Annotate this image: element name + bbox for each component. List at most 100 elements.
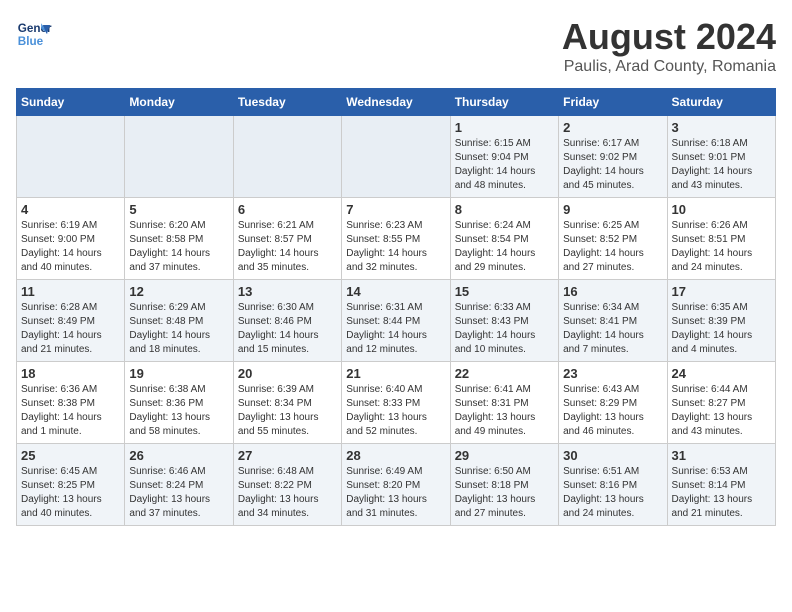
day-number: 2 [563,120,662,135]
day-number: 22 [455,366,554,381]
day-number: 21 [346,366,445,381]
day-number: 8 [455,202,554,217]
day-number: 5 [129,202,228,217]
calendar-cell: 23 Sunrise: 6:43 AM Sunset: 8:29 PM Dayli… [559,362,667,444]
calendar-cell [233,116,341,198]
calendar-cell: 25 Sunrise: 6:45 AM Sunset: 8:25 PM Dayli… [17,444,125,526]
day-info: Sunrise: 6:46 AM Sunset: 8:24 PM Dayligh… [129,465,228,521]
day-info: Sunrise: 6:23 AM Sunset: 8:55 PM Dayligh… [346,219,445,275]
calendar-cell: 13Sunrise: 6:30 AM Sunset: 8:46 PM Dayli… [233,280,341,362]
day-info: Sunrise: 6:18 AM Sunset: 9:01 PM Dayligh… [672,137,771,193]
calendar-cell: 19 Sunrise: 6:38 AM Sunset: 8:36 PM Dayli… [125,362,233,444]
day-info: Sunrise: 6:34 AM Sunset: 8:41 PM Dayligh… [563,301,662,357]
calendar-cell: 31 Sunrise: 6:53 AM Sunset: 8:14 PM Dayli… [667,444,775,526]
logo: General Blue [16,16,52,52]
day-info: Sunrise: 6:44 AM Sunset: 8:27 PM Dayligh… [672,383,771,439]
calendar-cell: 26 Sunrise: 6:46 AM Sunset: 8:24 PM Dayli… [125,444,233,526]
day-number: 25 [21,448,120,463]
calendar-cell: 9 Sunrise: 6:25 AM Sunset: 8:52 PM Daylig… [559,198,667,280]
calendar-cell [125,116,233,198]
day-number: 12 [129,284,228,299]
month-year: August 2024 [562,16,776,58]
weekday-header-sunday: Sunday [17,89,125,116]
day-info: Sunrise: 6:49 AM Sunset: 8:20 PM Dayligh… [346,465,445,521]
calendar-cell: 12 Sunrise: 6:29 AM Sunset: 8:48 PM Dayli… [125,280,233,362]
calendar-cell: 22 Sunrise: 6:41 AM Sunset: 8:31 PM Dayli… [450,362,558,444]
weekday-header-row: SundayMondayTuesdayWednesdayThursdayFrid… [17,89,776,116]
calendar-cell: 20 Sunrise: 6:39 AM Sunset: 8:34 PM Dayli… [233,362,341,444]
day-number: 3 [672,120,771,135]
day-number: 29 [455,448,554,463]
calendar-cell: 1Sunrise: 6:15 AM Sunset: 9:04 PM Daylig… [450,116,558,198]
day-info: Sunrise: 6:17 AM Sunset: 9:02 PM Dayligh… [563,137,662,193]
calendar-week-row: 25 Sunrise: 6:45 AM Sunset: 8:25 PM Dayli… [17,444,776,526]
day-info: Sunrise: 6:50 AM Sunset: 8:18 PM Dayligh… [455,465,554,521]
day-info: Sunrise: 6:48 AM Sunset: 8:22 PM Dayligh… [238,465,337,521]
calendar-cell: 5Sunrise: 6:20 AM Sunset: 8:58 PM Daylig… [125,198,233,280]
day-info: Sunrise: 6:39 AM Sunset: 8:34 PM Dayligh… [238,383,337,439]
day-info: Sunrise: 6:53 AM Sunset: 8:14 PM Dayligh… [672,465,771,521]
day-number: 16 [563,284,662,299]
weekday-header-friday: Friday [559,89,667,116]
day-info: Sunrise: 6:38 AM Sunset: 8:36 PM Dayligh… [129,383,228,439]
calendar-week-row: 1Sunrise: 6:15 AM Sunset: 9:04 PM Daylig… [17,116,776,198]
svg-text:Blue: Blue [18,35,44,48]
weekday-header-tuesday: Tuesday [233,89,341,116]
day-number: 13 [238,284,337,299]
location: Paulis, Arad County, Romania [562,58,776,76]
day-number: 9 [563,202,662,217]
calendar-week-row: 11Sunrise: 6:28 AM Sunset: 8:49 PM Dayli… [17,280,776,362]
day-info: Sunrise: 6:51 AM Sunset: 8:16 PM Dayligh… [563,465,662,521]
calendar-cell: 28 Sunrise: 6:49 AM Sunset: 8:20 PM Dayli… [342,444,450,526]
calendar-cell: 11Sunrise: 6:28 AM Sunset: 8:49 PM Dayli… [17,280,125,362]
day-number: 19 [129,366,228,381]
day-info: Sunrise: 6:24 AM Sunset: 8:54 PM Dayligh… [455,219,554,275]
day-number: 20 [238,366,337,381]
calendar-cell: 29 Sunrise: 6:50 AM Sunset: 8:18 PM Dayli… [450,444,558,526]
calendar-cell [342,116,450,198]
day-info: Sunrise: 6:31 AM Sunset: 8:44 PM Dayligh… [346,301,445,357]
day-info: Sunrise: 6:43 AM Sunset: 8:29 PM Dayligh… [563,383,662,439]
day-number: 23 [563,366,662,381]
day-info: Sunrise: 6:45 AM Sunset: 8:25 PM Dayligh… [21,465,120,521]
calendar-cell: 30Sunrise: 6:51 AM Sunset: 8:16 PM Dayli… [559,444,667,526]
calendar-cell: 6Sunrise: 6:21 AM Sunset: 8:57 PM Daylig… [233,198,341,280]
day-number: 26 [129,448,228,463]
calendar-cell: 27 Sunrise: 6:48 AM Sunset: 8:22 PM Dayli… [233,444,341,526]
day-number: 27 [238,448,337,463]
calendar-cell: 18Sunrise: 6:36 AM Sunset: 8:38 PM Dayli… [17,362,125,444]
day-number: 18 [21,366,120,381]
day-number: 14 [346,284,445,299]
weekday-header-saturday: Saturday [667,89,775,116]
calendar-cell: 24 Sunrise: 6:44 AM Sunset: 8:27 PM Dayli… [667,362,775,444]
calendar-cell: 7 Sunrise: 6:23 AM Sunset: 8:55 PM Daylig… [342,198,450,280]
calendar-cell: 14 Sunrise: 6:31 AM Sunset: 8:44 PM Dayli… [342,280,450,362]
day-number: 28 [346,448,445,463]
calendar-week-row: 4Sunrise: 6:19 AM Sunset: 9:00 PM Daylig… [17,198,776,280]
day-number: 31 [672,448,771,463]
weekday-header-monday: Monday [125,89,233,116]
calendar-week-row: 18Sunrise: 6:36 AM Sunset: 8:38 PM Dayli… [17,362,776,444]
day-info: Sunrise: 6:35 AM Sunset: 8:39 PM Dayligh… [672,301,771,357]
day-info: Sunrise: 6:25 AM Sunset: 8:52 PM Dayligh… [563,219,662,275]
day-number: 10 [672,202,771,217]
day-number: 24 [672,366,771,381]
day-number: 7 [346,202,445,217]
day-info: Sunrise: 6:33 AM Sunset: 8:43 PM Dayligh… [455,301,554,357]
calendar-cell: 3 Sunrise: 6:18 AM Sunset: 9:01 PM Daylig… [667,116,775,198]
title-area: August 2024 Paulis, Arad County, Romania [562,16,776,76]
calendar-cell: 10 Sunrise: 6:26 AM Sunset: 8:51 PM Dayli… [667,198,775,280]
calendar-cell: 21 Sunrise: 6:40 AM Sunset: 8:33 PM Dayli… [342,362,450,444]
day-number: 15 [455,284,554,299]
day-info: Sunrise: 6:41 AM Sunset: 8:31 PM Dayligh… [455,383,554,439]
day-number: 6 [238,202,337,217]
day-info: Sunrise: 6:15 AM Sunset: 9:04 PM Dayligh… [455,137,554,193]
logo-icon: General Blue [16,16,52,52]
weekday-header-wednesday: Wednesday [342,89,450,116]
calendar-cell: 15 Sunrise: 6:33 AM Sunset: 8:43 PM Dayli… [450,280,558,362]
day-info: Sunrise: 6:26 AM Sunset: 8:51 PM Dayligh… [672,219,771,275]
calendar-cell: 16 Sunrise: 6:34 AM Sunset: 8:41 PM Dayli… [559,280,667,362]
day-info: Sunrise: 6:29 AM Sunset: 8:48 PM Dayligh… [129,301,228,357]
day-info: Sunrise: 6:40 AM Sunset: 8:33 PM Dayligh… [346,383,445,439]
day-number: 11 [21,284,120,299]
